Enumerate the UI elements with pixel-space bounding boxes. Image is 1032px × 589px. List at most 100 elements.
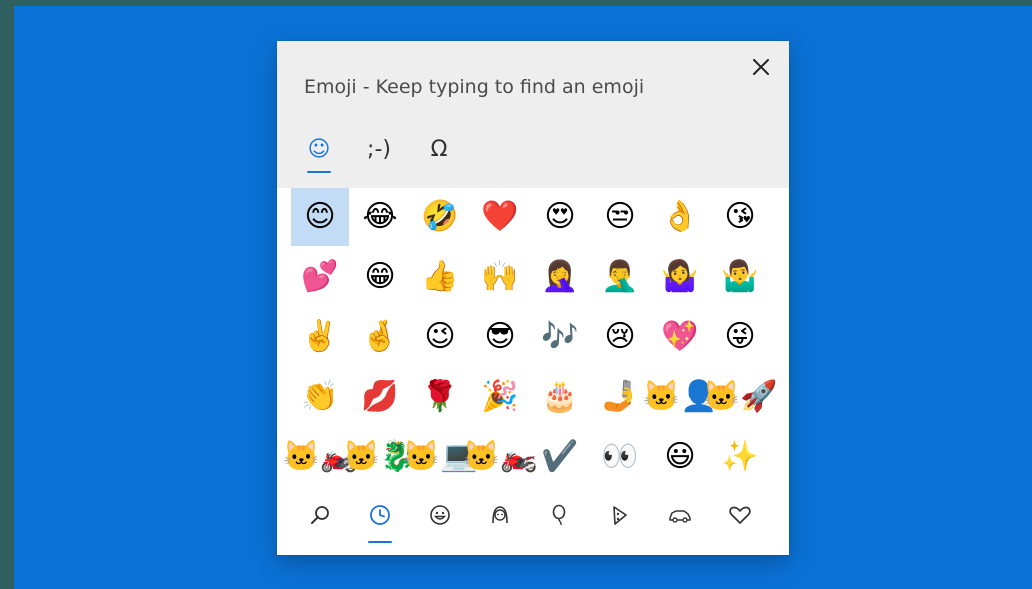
- emoji-cell[interactable]: 🤳: [591, 368, 649, 426]
- emoji-glyph: 😢: [604, 319, 636, 354]
- emoji-cell[interactable]: 😜: [711, 308, 769, 366]
- category-tab-smileys[interactable]: [411, 489, 469, 541]
- category-tabs: [291, 489, 771, 545]
- emoji-cell[interactable]: 🌹: [411, 368, 469, 426]
- pizza-icon: [613, 506, 627, 525]
- emoji-cell[interactable]: 👏: [291, 368, 349, 426]
- emoji-cell[interactable]: 🤣: [411, 188, 469, 246]
- emoji-glyph: 😂: [362, 199, 398, 234]
- emoji-cell[interactable]: 🙌: [471, 248, 529, 306]
- emoji-cell[interactable]: 💕: [291, 248, 349, 306]
- category-tab-people[interactable]: [471, 489, 529, 541]
- emoji-cell[interactable]: 🎶: [531, 308, 589, 366]
- emoji-cell[interactable]: ✔️: [531, 428, 589, 486]
- emoji-glyph: 🙌: [481, 259, 519, 294]
- balloon-icon: [552, 504, 566, 526]
- tab-kaomoji[interactable]: ;-): [355, 127, 403, 173]
- emoji-glyph: 🐱‍🏍: [462, 439, 538, 474]
- emoji-glyph: 🤷‍♂️: [721, 259, 759, 294]
- emoji-cell[interactable]: 🤷‍♀️: [651, 248, 709, 306]
- emoji-cell[interactable]: ✌️: [291, 308, 349, 366]
- category-tab-celebrations[interactable]: [531, 489, 589, 541]
- emoji-cell[interactable]: ✨: [711, 428, 769, 486]
- kaomoji-icon: ;-): [367, 137, 391, 162]
- emoji-glyph: 🤦‍♀️: [541, 259, 579, 294]
- emoji-cell[interactable]: 👀: [591, 428, 649, 486]
- emoji-cell[interactable]: 🐱‍💻: [403, 428, 478, 486]
- emoji-cell[interactable]: 😍: [531, 188, 589, 246]
- emoji-cell[interactable]: 😃: [651, 428, 709, 486]
- emoji-cell[interactable]: 🐱‍🏍: [283, 428, 358, 486]
- omega-icon: Ω: [430, 137, 448, 162]
- emoji-glyph: 👍: [421, 259, 459, 294]
- emoji-cell[interactable]: 🐱‍🐉: [343, 428, 418, 486]
- emoji-glyph: 💋: [361, 379, 399, 414]
- category-tab-recent[interactable]: [351, 489, 409, 543]
- close-button[interactable]: [747, 53, 775, 81]
- emoji-glyph: 🤦‍♂️: [601, 259, 639, 294]
- emoji-glyph: 😘: [724, 199, 756, 234]
- close-icon: [753, 59, 769, 75]
- emoji-cell[interactable]: 🎂: [531, 368, 589, 426]
- emoji-glyph: 🎉: [481, 379, 519, 414]
- emoji-glyph: 👀: [601, 439, 639, 474]
- emoji-glyph: ✔️: [541, 439, 579, 474]
- car-icon: [669, 510, 691, 523]
- emoji-cell[interactable]: 👍: [411, 248, 469, 306]
- emoji-glyph: 😜: [724, 319, 756, 354]
- active-tab-indicator: [307, 171, 331, 173]
- emoji-cell[interactable]: 💋: [351, 368, 409, 426]
- emoji-glyph: 😒: [604, 199, 636, 234]
- emoji-cell[interactable]: 🤦‍♀️: [531, 248, 589, 306]
- emoji-cell[interactable]: 😁: [351, 248, 409, 306]
- tab-emoji[interactable]: ☺: [295, 127, 343, 173]
- emoji-cell[interactable]: 😘: [711, 188, 769, 246]
- tab-symbols[interactable]: Ω: [415, 127, 463, 173]
- emoji-grid: 😊 😂 🤣 ❤️ 😍 😒 👌 😘 💕 😁 👍 🙌 🤦‍♀️ 🤦‍♂️ 🤷‍♀️ 🤷‍♂️ ✌️ 🤞 😉 😎 🎶 😢 💖 😜 👏 💋…: [283, 188, 778, 488]
- emoji-cell[interactable]: 😢: [591, 308, 649, 366]
- emoji-glyph: 🎂: [541, 379, 579, 414]
- panel-header: Emoji - Keep typing to find an emoji ☺ ;…: [277, 41, 789, 188]
- emoji-glyph: 😊: [304, 199, 336, 234]
- emoji-cell[interactable]: 🎉: [471, 368, 529, 426]
- emoji-glyph: ✌️: [301, 319, 339, 354]
- emoji-cell[interactable]: 😊: [291, 188, 349, 246]
- heart-icon: [729, 506, 751, 524]
- emoji-glyph: ✨: [721, 439, 759, 474]
- person-icon: [492, 506, 508, 524]
- emoji-cell[interactable]: 👌: [651, 188, 709, 246]
- emoji-cell[interactable]: 💖: [651, 308, 709, 366]
- search-icon: [311, 506, 329, 524]
- emoji-glyph: 👏: [301, 379, 339, 414]
- emoji-cell[interactable]: 🤦‍♂️: [591, 248, 649, 306]
- category-tab-search[interactable]: [291, 489, 349, 541]
- emoji-glyph: 👌: [661, 199, 699, 234]
- emoji-cell[interactable]: 😒: [591, 188, 649, 246]
- emoji-glyph: 😁: [364, 259, 396, 294]
- emoji-cell[interactable]: 🐱‍🚀: [703, 368, 778, 426]
- emoji-cell[interactable]: 🐱‍👤: [643, 368, 718, 426]
- category-tab-food[interactable]: [591, 489, 649, 541]
- emoji-glyph: ❤️: [481, 199, 519, 234]
- emoji-glyph: 😃: [664, 439, 696, 474]
- emoji-glyph: 🤞: [361, 319, 399, 354]
- emoji-glyph: 😍: [544, 199, 576, 234]
- emoji-cell[interactable]: 😉: [411, 308, 469, 366]
- emoji-cell[interactable]: 🤷‍♂️: [711, 248, 769, 306]
- emoji-cell[interactable]: 😎: [471, 308, 529, 366]
- emoji-cell[interactable]: 🤞: [351, 308, 409, 366]
- emoji-glyph: 🤳: [601, 379, 639, 414]
- emoji-glyph: 🌹: [421, 379, 459, 414]
- emoji-glyph: 😎: [484, 319, 516, 354]
- smiley-face-icon: [430, 505, 450, 525]
- panel-title: Emoji - Keep typing to find an emoji: [304, 76, 645, 98]
- category-tab-symbols[interactable]: [711, 489, 769, 541]
- emoji-cell[interactable]: 🐱‍🏍: [463, 428, 538, 486]
- clock-icon: [370, 505, 390, 525]
- category-tab-transport[interactable]: [651, 489, 709, 541]
- emoji-panel: Emoji - Keep typing to find an emoji ☺ ;…: [277, 41, 789, 555]
- emoji-glyph: 💕: [301, 259, 339, 294]
- emoji-cell[interactable]: 😂: [351, 188, 409, 246]
- emoji-glyph: 😉: [424, 319, 456, 354]
- emoji-cell[interactable]: ❤️: [471, 188, 529, 246]
